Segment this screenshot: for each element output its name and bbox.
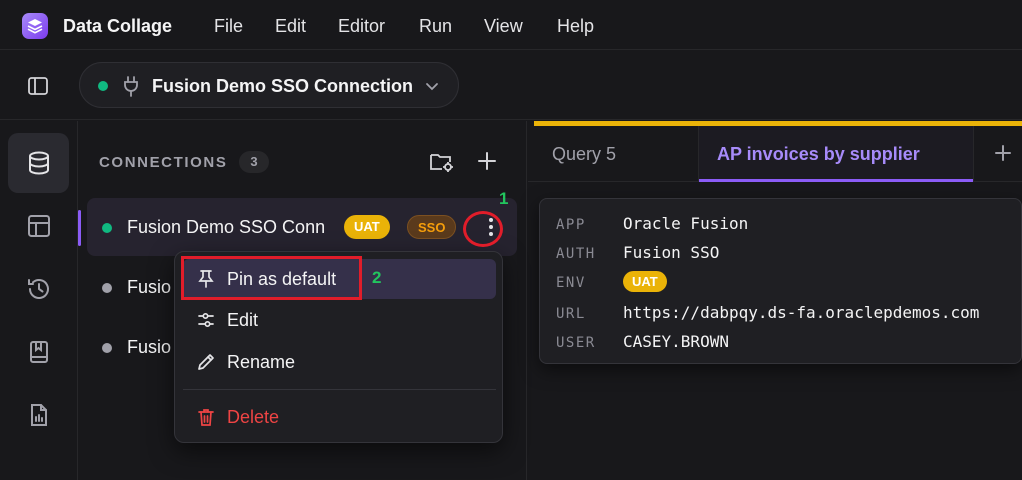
info-row-url: URL https://dabpqy.ds-fa.oraclepdemos.co… [556,302,1016,326]
step-number-1: 1 [499,189,509,208]
step-number-2: 2 [372,268,382,287]
menu-item-rename[interactable]: Rename [183,342,496,382]
menu-item-pin-default[interactable]: Pin as default [183,259,496,299]
connection-name: Fusion Demo SSO Connection [152,76,414,96]
activity-rail [0,121,78,480]
info-row-user: USER CASEY.BROWN [556,331,1016,355]
menu-item-label: Pin as default [227,269,337,289]
tab-divider [698,126,699,182]
info-row-app: APP Oracle Fusion [556,213,1016,237]
connection-status-dot [98,81,108,91]
add-connection-icon[interactable] [476,150,498,172]
trash-icon [196,407,216,427]
folder-settings-icon[interactable] [429,150,455,174]
info-key: ENV [556,275,586,291]
database-icon[interactable] [8,133,69,193]
status-dot [102,283,112,293]
pin-icon [196,269,216,289]
menu-editor[interactable]: Editor [338,16,385,37]
tab-label: AP invoices by supplier [717,144,920,164]
menu-help[interactable]: Help [557,16,594,37]
info-value: Oracle Fusion [623,214,749,233]
env-badge: UAT [623,271,667,292]
new-tab-icon[interactable] [992,142,1014,164]
info-row-env: ENV UAT [556,271,1016,295]
connection-label: Fusio [127,277,172,297]
menu-file[interactable]: File [214,16,243,37]
info-key: AUTH [556,246,596,262]
notebook-icon[interactable] [8,322,69,382]
info-value: CASEY.BROWN [623,332,729,351]
toolbar: Fusion Demo SSO Connection [0,50,1022,120]
connection-context-menu: Pin as default Edit Rename Delete [174,251,503,443]
menu-view[interactable]: View [484,16,523,37]
menu-separator [183,389,496,390]
menu-item-label: Delete [227,407,280,427]
info-row-auth: AUTH Fusion SSO [556,242,1016,266]
status-dot [102,223,112,233]
tab-divider [973,126,974,182]
app-title: Data Collage [63,16,173,36]
connection-row-active[interactable]: Fusion Demo SSO Conn UAT SSO [78,198,517,256]
status-dot [102,343,112,353]
chevron-down-icon [423,77,441,95]
tab-ap-invoices[interactable]: AP invoices by supplier [699,126,973,182]
menu-edit[interactable]: Edit [275,16,306,37]
history-icon[interactable] [8,259,69,319]
table-icon[interactable] [8,196,69,256]
menu-bar: Data Collage File Edit Editor Run View H… [0,0,1022,50]
connection-selector[interactable]: Fusion Demo SSO Connection [79,62,459,108]
more-options-icon[interactable] [479,214,503,240]
info-key: USER [556,335,596,351]
menu-item-label: Rename [227,352,296,372]
menu-item-edit[interactable]: Edit [183,300,496,340]
tab-label: Query 5 [552,144,617,164]
report-icon[interactable] [8,385,69,445]
pencil-icon [196,352,216,372]
sso-badge: SSO [407,215,457,239]
info-value: https://dabpqy.ds-fa.oraclepdemos.com [623,303,980,322]
tab-bar: Query 5 AP invoices by supplier [528,126,1022,182]
connection-label: Fusio [127,337,172,357]
connection-label: Fusion Demo SSO Conn [127,217,326,237]
menu-run[interactable]: Run [419,16,452,37]
connections-count-badge: 3 [239,151,269,173]
active-accent [78,210,81,246]
sliders-icon [196,310,216,330]
connection-info-tooltip: APP Oracle Fusion AUTH Fusion SSO ENV UA… [539,198,1022,364]
menu-item-delete[interactable]: Delete [183,397,496,437]
app-logo-icon [22,13,48,39]
menu-item-label: Edit [227,310,259,330]
connections-header: CONNECTIONS [99,154,228,171]
sidebar-toggle-icon[interactable] [26,74,50,98]
tab-query-5[interactable]: Query 5 [528,126,698,182]
info-key: APP [556,217,586,233]
plug-icon [121,75,141,97]
tab-active-underline [699,179,973,182]
info-value: Fusion SSO [623,243,720,262]
info-key: URL [556,306,586,322]
uat-badge: UAT [344,215,390,239]
